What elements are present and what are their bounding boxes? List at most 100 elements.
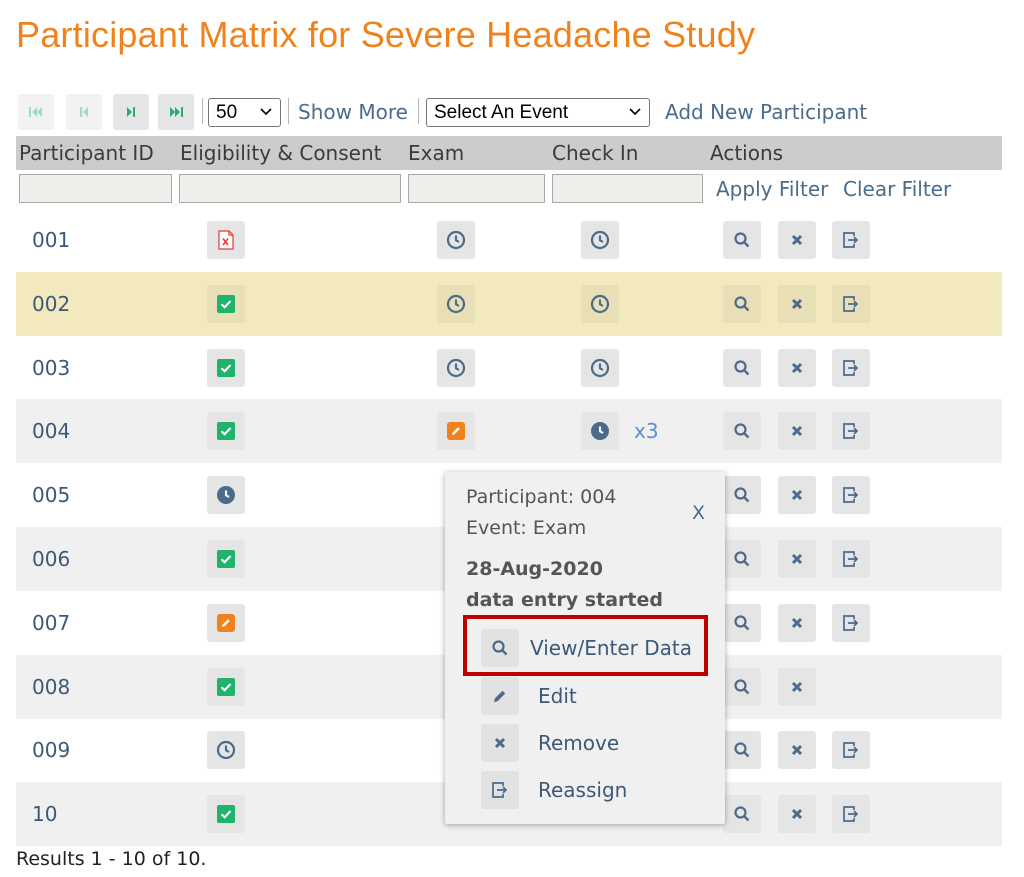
close-icon xyxy=(791,681,803,692)
eligibility-status-button[interactable] xyxy=(207,221,245,259)
popup-menu-item[interactable]: Reassign xyxy=(481,770,713,810)
search-icon xyxy=(734,232,750,248)
close-icon xyxy=(791,362,803,373)
eligibility-status-button[interactable] xyxy=(207,603,245,642)
check-in-status-button[interactable] xyxy=(581,284,619,323)
reassign-button[interactable] xyxy=(832,476,870,515)
completed-icon xyxy=(217,358,235,377)
table-header: Participant ID Eligibility & Consent Exa… xyxy=(16,136,1002,170)
add-new-participant-link[interactable]: Add New Participant xyxy=(665,100,867,124)
reassign-button[interactable] xyxy=(832,412,870,451)
reassign-button[interactable] xyxy=(832,540,870,578)
reassign-button[interactable] xyxy=(832,284,870,323)
remove-button[interactable] xyxy=(778,284,816,323)
exam-status-button[interactable] xyxy=(437,221,475,259)
remove-button[interactable] xyxy=(778,221,816,259)
participant-id[interactable]: 006 xyxy=(32,547,70,571)
column-header-check-in[interactable]: Check In xyxy=(552,141,638,165)
eligibility-status-button[interactable] xyxy=(207,284,245,323)
participant-id-filter[interactable] xyxy=(19,174,172,203)
view-button[interactable] xyxy=(723,603,761,642)
exam-status-button[interactable] xyxy=(437,284,475,323)
remove-button[interactable] xyxy=(778,667,816,706)
participant-id[interactable]: 007 xyxy=(32,611,70,635)
view-button[interactable] xyxy=(723,667,761,706)
participant-id[interactable]: 005 xyxy=(32,483,70,507)
view-button[interactable] xyxy=(723,540,761,578)
participant-id[interactable]: 10 xyxy=(32,802,57,826)
results-summary: Results 1 - 10 of 10. xyxy=(16,848,207,870)
close-icon xyxy=(791,298,803,309)
view-button[interactable] xyxy=(723,412,761,451)
column-header-eligibility[interactable]: Eligibility & Consent xyxy=(180,141,381,165)
remove-button[interactable] xyxy=(778,731,816,770)
reassign-button[interactable] xyxy=(832,348,870,387)
previous-page-button[interactable] xyxy=(66,94,102,130)
participant-id[interactable]: 004 xyxy=(32,419,70,443)
eligibility-status-button[interactable] xyxy=(207,795,245,834)
eligibility-status-button[interactable] xyxy=(207,476,245,515)
next-page-button[interactable] xyxy=(113,94,149,130)
apply-filter-link[interactable]: Apply Filter xyxy=(716,177,828,201)
check-in-status-button[interactable] xyxy=(581,221,619,259)
eligibility-filter[interactable] xyxy=(179,174,401,203)
popup-menu-label: Reassign xyxy=(538,778,628,802)
exam-status-button[interactable] xyxy=(437,348,475,387)
remove-button[interactable] xyxy=(778,412,816,451)
reassign-button[interactable] xyxy=(832,603,870,642)
popup-menu-item[interactable]: Remove xyxy=(481,723,713,763)
popup-close-button[interactable]: X xyxy=(692,502,705,524)
filter-row: Apply Filter Clear Filter xyxy=(16,170,1002,208)
participant-id[interactable]: 003 xyxy=(32,356,70,380)
event-select[interactable]: Select An Event xyxy=(426,98,650,127)
highlight-box xyxy=(463,615,708,676)
completed-icon xyxy=(217,805,235,824)
column-header-exam[interactable]: Exam xyxy=(408,141,464,165)
remove-button[interactable] xyxy=(778,476,816,515)
eligibility-status-button[interactable] xyxy=(207,348,245,387)
view-button[interactable] xyxy=(723,731,761,770)
participant-id[interactable]: 002 xyxy=(32,292,70,316)
view-button[interactable] xyxy=(723,348,761,387)
participant-id[interactable]: 008 xyxy=(32,675,70,699)
first-page-button[interactable] xyxy=(18,94,54,130)
view-button[interactable] xyxy=(723,795,761,834)
exam-filter[interactable] xyxy=(408,174,545,203)
eligibility-status-button[interactable] xyxy=(207,412,245,451)
reassign-icon xyxy=(843,551,859,567)
scheduled-icon xyxy=(216,741,236,760)
close-icon xyxy=(791,745,803,756)
column-header-participant-id[interactable]: Participant ID xyxy=(19,141,154,165)
view-button[interactable] xyxy=(723,221,761,259)
check-in-status-button[interactable] xyxy=(581,348,619,387)
exam-status-button[interactable] xyxy=(437,412,475,451)
scheduled-icon xyxy=(590,358,610,377)
popup-menu-label: Edit xyxy=(538,684,577,708)
repeat-count[interactable]: x3 xyxy=(634,419,659,443)
eligibility-status-button[interactable] xyxy=(207,540,245,578)
remove-button[interactable] xyxy=(778,603,816,642)
reassign-button[interactable] xyxy=(832,795,870,834)
view-button[interactable] xyxy=(723,284,761,323)
participant-id[interactable]: 009 xyxy=(32,738,70,762)
participant-id[interactable]: 001 xyxy=(32,228,70,252)
clear-filter-link[interactable]: Clear Filter xyxy=(843,177,951,201)
show-more-link[interactable]: Show More xyxy=(298,100,408,124)
popup-menu-item[interactable]: Edit xyxy=(481,676,713,716)
page-size-select[interactable]: 50 xyxy=(208,98,281,127)
remove-button[interactable] xyxy=(778,348,816,387)
remove-button[interactable] xyxy=(778,540,816,578)
eligibility-status-button[interactable] xyxy=(207,731,245,770)
check-in-status-button[interactable] xyxy=(581,412,619,451)
last-page-button[interactable] xyxy=(158,94,194,130)
invalid-icon xyxy=(218,230,234,250)
check-in-filter[interactable] xyxy=(552,174,703,203)
pencil-icon xyxy=(481,677,519,715)
view-button[interactable] xyxy=(723,476,761,515)
remove-button[interactable] xyxy=(778,795,816,834)
reassign-button[interactable] xyxy=(832,731,870,770)
eligibility-status-button[interactable] xyxy=(207,667,245,706)
popup-event: Event: Exam xyxy=(466,517,587,539)
reassign-button[interactable] xyxy=(832,221,870,259)
close-icon xyxy=(791,809,803,820)
